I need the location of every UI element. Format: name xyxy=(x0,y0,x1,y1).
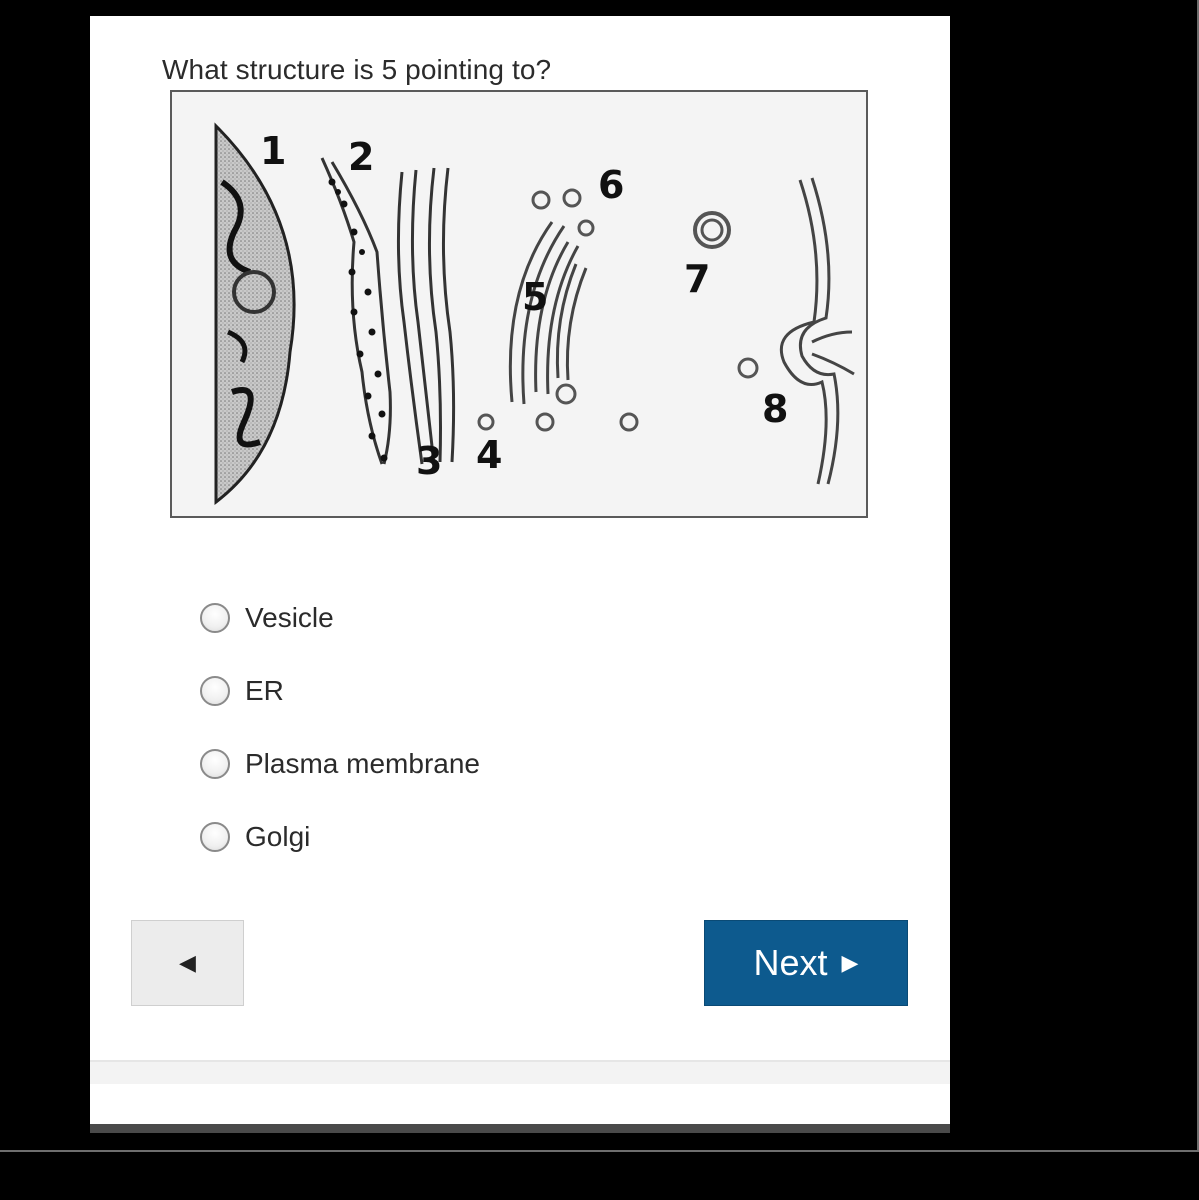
figure-label-2: 2 xyxy=(348,135,375,179)
bottom-bar xyxy=(90,1124,950,1133)
option-label: Vesicle xyxy=(245,602,334,633)
right-triangle-icon: ▶ xyxy=(841,950,859,975)
question-text: What structure is 5 pointing to? xyxy=(162,54,552,85)
cell-diagram: 1 2 3 4 5 6 7 8 xyxy=(170,90,868,518)
footer-divider xyxy=(90,1060,950,1084)
option-label: Golgi xyxy=(245,821,311,852)
figure-label-5: 5 xyxy=(522,275,549,319)
option-golgi[interactable]: Golgi xyxy=(200,817,620,857)
option-er[interactable]: ER xyxy=(200,671,620,711)
radio-golgi[interactable] xyxy=(200,822,230,852)
figure-label-8: 8 xyxy=(762,387,789,431)
previous-button[interactable]: ◀ xyxy=(131,920,244,1006)
option-label: ER xyxy=(245,675,284,706)
radio-plasma-membrane[interactable] xyxy=(200,749,230,779)
quiz-panel: What structure is 5 pointing to? 1 2 3 4… xyxy=(90,16,950,1133)
figure-label-7: 7 xyxy=(684,257,711,301)
radio-vesicle[interactable] xyxy=(200,603,230,633)
figure-label-6: 6 xyxy=(598,163,625,207)
left-triangle-icon: ◀ xyxy=(179,950,196,975)
figure-label-1: 1 xyxy=(260,129,287,173)
figure-label-4: 4 xyxy=(476,433,503,477)
next-button[interactable]: Next ▶ xyxy=(704,920,908,1006)
next-button-label: Next xyxy=(753,942,828,983)
option-label: Plasma membrane xyxy=(245,748,480,779)
radio-er[interactable] xyxy=(200,676,230,706)
option-vesicle[interactable]: Vesicle xyxy=(200,598,620,638)
figure-label-3: 3 xyxy=(416,439,443,483)
option-plasma-membrane[interactable]: Plasma membrane xyxy=(200,744,620,784)
